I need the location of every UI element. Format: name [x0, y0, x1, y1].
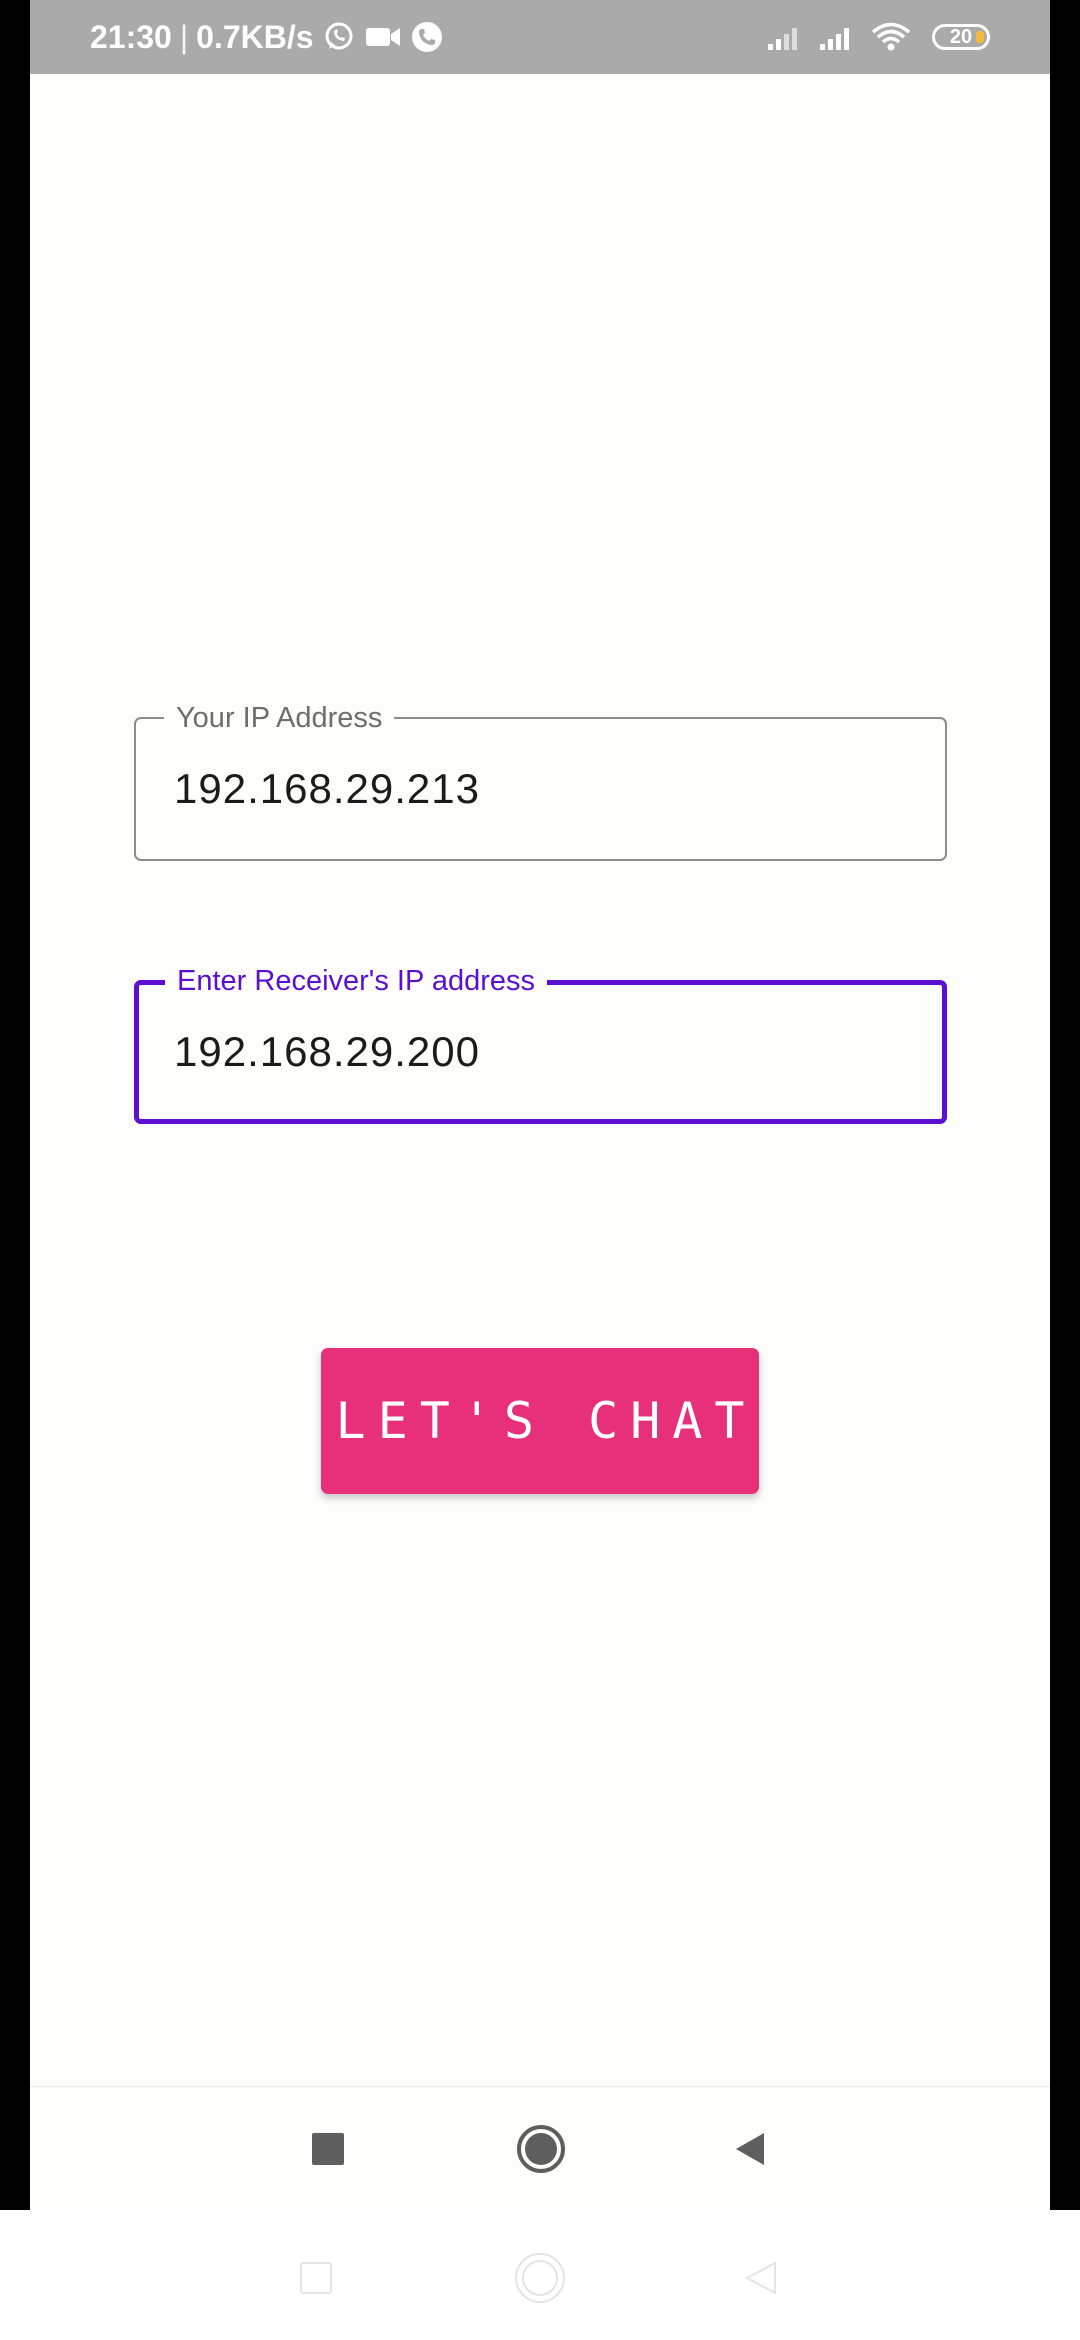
battery-fill — [976, 31, 984, 43]
device-frame-left — [0, 0, 30, 2210]
receiver-ip-input[interactable] — [174, 985, 914, 1119]
back-icon — [732, 2250, 788, 2306]
status-left-group: 21:30 | 0.7KB/s — [90, 0, 444, 74]
wifi-icon — [870, 21, 912, 53]
app-content: Your IP Address Enter Receiver's IP addr… — [30, 74, 1050, 2086]
signal-icon — [766, 22, 804, 52]
back-icon — [736, 2133, 764, 2165]
home-icon — [512, 2250, 568, 2306]
video-call-icon — [364, 22, 402, 52]
network-speed: 0.7KB/s — [196, 18, 314, 55]
your-ip-field[interactable]: Your IP Address — [134, 700, 947, 861]
your-ip-input[interactable] — [174, 719, 914, 859]
system-navigation-ghost — [0, 2210, 1080, 2340]
receiver-ip-field[interactable]: Enter Receiver's IP address — [134, 963, 947, 1124]
phone-call-icon — [410, 20, 444, 54]
recents-button[interactable] — [296, 2117, 360, 2181]
status-right-group: 20 — [766, 0, 990, 74]
battery-icon: 20 — [932, 24, 990, 50]
navigation-bar — [30, 2086, 1050, 2210]
recents-icon — [288, 2250, 344, 2306]
status-separator: | — [179, 18, 189, 55]
signal-icon — [818, 22, 856, 52]
lets-chat-button[interactable]: LET'S CHAT — [321, 1348, 759, 1494]
battery-level: 20 — [949, 25, 973, 48]
recents-icon — [312, 2133, 344, 2165]
back-button[interactable] — [718, 2117, 782, 2181]
device-frame-right — [1050, 0, 1080, 2210]
home-button[interactable] — [509, 2117, 573, 2181]
whatsapp-icon — [322, 20, 356, 54]
status-bar: 21:30 | 0.7KB/s 20 — [30, 0, 1050, 74]
home-icon — [517, 2125, 565, 2173]
status-time: 21:30 — [90, 18, 172, 55]
